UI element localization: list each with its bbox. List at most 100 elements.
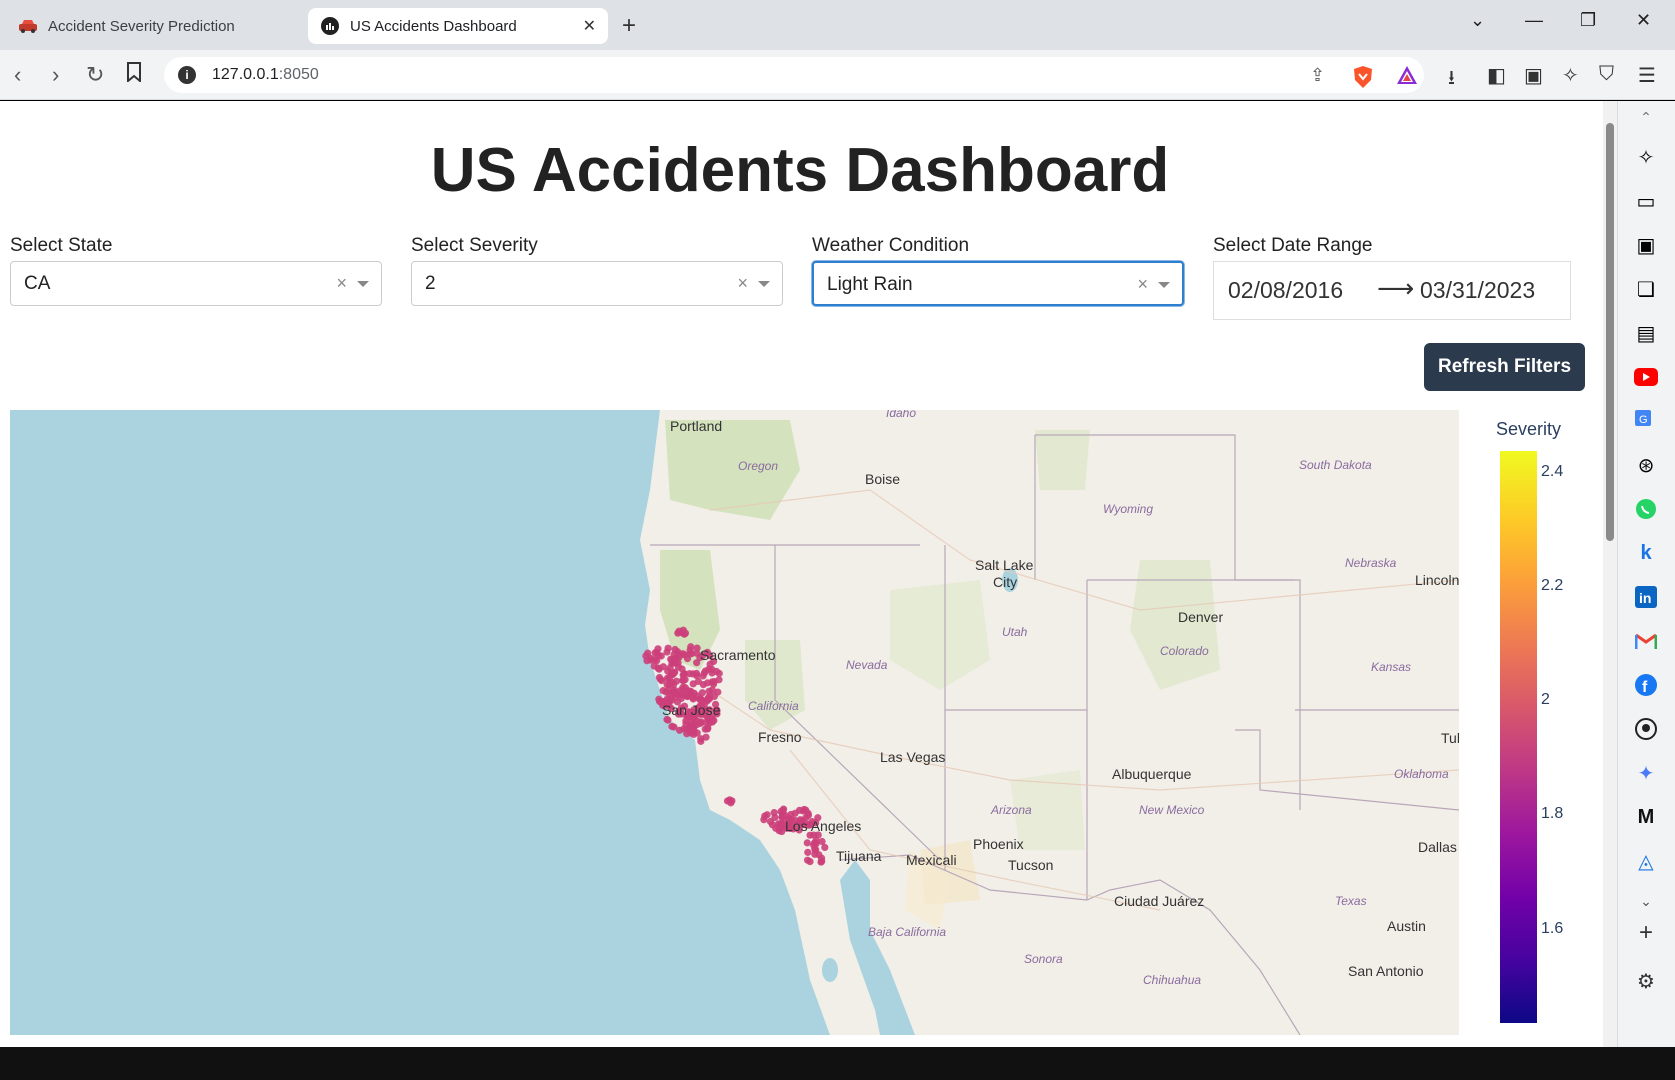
gemini-icon[interactable]: ✦ (1632, 759, 1660, 787)
accident-marker[interactable] (700, 669, 708, 677)
state-dropdown[interactable]: CA × (10, 261, 382, 306)
accident-marker[interactable] (689, 680, 697, 688)
accident-marker[interactable] (776, 823, 784, 832)
accident-marker[interactable] (666, 664, 674, 672)
accident-marker[interactable] (680, 669, 688, 678)
restore-button[interactable]: ❐ (1580, 10, 1596, 31)
reading-list-icon[interactable]: ▤ (1632, 319, 1660, 347)
menu-icon[interactable]: ☰ (1638, 63, 1656, 88)
leo-icon[interactable]: ✧ (1562, 63, 1579, 88)
reload-icon[interactable]: ↻ (86, 62, 104, 88)
leo-icon[interactable]: ✧ (1632, 143, 1660, 171)
address-bar[interactable]: i 127.0.0.1:8050 ⇪ (164, 57, 1424, 93)
site-info-icon[interactable]: i (178, 66, 196, 84)
accident-marker[interactable] (727, 799, 735, 807)
chevron-down-icon[interactable]: ⌄ (1632, 887, 1660, 915)
app-icon[interactable]: ◬ (1632, 847, 1660, 875)
accident-marker[interactable] (761, 812, 769, 820)
wallet-icon[interactable]: ▣ (1524, 63, 1543, 88)
accident-marker[interactable] (804, 848, 812, 856)
sidebar-toggle-icon[interactable]: ◧ (1487, 63, 1506, 88)
chevron-up-icon[interactable]: ⌃ (1632, 103, 1660, 131)
clear-icon[interactable]: × (336, 273, 347, 294)
accident-marker[interactable] (821, 843, 829, 852)
accident-marker[interactable] (708, 686, 716, 694)
severity-dropdown[interactable]: 2 × (411, 261, 783, 306)
medium-icon[interactable]: M (1632, 803, 1660, 831)
start-date-input[interactable]: 02/08/2016 (1228, 277, 1343, 304)
accident-marker[interactable] (651, 649, 659, 657)
tab-accident-severity[interactable]: Accident Severity Prediction (6, 8, 302, 44)
accident-marker[interactable] (779, 805, 788, 813)
accident-marker[interactable] (676, 687, 684, 695)
accidents-map[interactable]: Portland Boise Salt Lake City Denver Lin… (10, 410, 1459, 1035)
back-icon[interactable]: ‹ (14, 62, 21, 88)
wallet-icon[interactable]: ▣ (1632, 231, 1660, 259)
chevron-down-icon[interactable] (357, 281, 369, 287)
gmail-icon[interactable] (1632, 627, 1660, 655)
clear-icon[interactable]: × (737, 273, 748, 294)
youtube-icon[interactable] (1632, 363, 1660, 391)
accident-marker[interactable] (803, 839, 811, 847)
github-icon[interactable] (1632, 715, 1660, 743)
accident-marker[interactable] (690, 730, 698, 739)
accident-marker[interactable] (678, 629, 687, 637)
linkedin-icon[interactable]: in (1632, 583, 1660, 611)
accident-marker[interactable] (668, 722, 676, 731)
chevron-down-icon[interactable] (1158, 282, 1170, 288)
end-date-input[interactable]: 03/31/2023 (1420, 277, 1535, 304)
page-scrollbar[interactable] (1603, 101, 1617, 1047)
accident-marker[interactable] (672, 659, 680, 667)
accident-marker[interactable] (715, 676, 723, 684)
close-tab-icon[interactable]: ✕ (583, 16, 596, 36)
accident-marker[interactable] (687, 643, 695, 651)
share-icon[interactable]: ⇪ (1310, 65, 1325, 86)
accident-marker[interactable] (675, 726, 684, 734)
accident-marker[interactable] (687, 688, 695, 696)
k-icon[interactable]: k (1632, 539, 1660, 567)
accident-marker[interactable] (655, 673, 664, 682)
accident-marker[interactable] (672, 677, 681, 685)
brave-rewards-icon[interactable] (1396, 65, 1418, 90)
accident-marker[interactable] (768, 821, 777, 829)
accident-marker[interactable] (770, 809, 778, 817)
accident-marker[interactable] (803, 856, 812, 864)
accident-marker[interactable] (697, 735, 705, 743)
accident-marker[interactable] (810, 839, 819, 847)
minimize-button[interactable]: — (1525, 10, 1543, 31)
brave-shield-icon[interactable] (1352, 65, 1374, 94)
add-icon[interactable]: + (1632, 919, 1660, 947)
bookmark-icon[interactable] (126, 62, 142, 88)
tab-us-accidents[interactable]: US Accidents Dashboard ✕ (308, 8, 608, 44)
accident-marker[interactable] (668, 689, 676, 697)
video-icon[interactable]: ▭ (1632, 187, 1660, 215)
accident-marker[interactable] (697, 718, 705, 726)
scrollbar-thumb[interactable] (1606, 123, 1614, 541)
translate-icon[interactable]: G (1632, 407, 1660, 435)
download-icon[interactable]: ⭳ (1448, 63, 1455, 97)
accident-marker[interactable] (663, 680, 671, 689)
facebook-icon[interactable]: f (1632, 671, 1660, 699)
forward-icon[interactable]: › (52, 62, 59, 88)
accident-marker[interactable] (679, 676, 687, 684)
whatsapp-icon[interactable] (1632, 495, 1660, 523)
bookmarks-icon[interactable]: ❏ (1632, 275, 1660, 303)
chatgpt-icon[interactable]: ⊛ (1632, 451, 1660, 479)
vpn-icon[interactable]: ⛉ (1599, 63, 1614, 86)
new-tab-button[interactable]: + (622, 12, 636, 40)
accident-marker[interactable] (674, 648, 682, 656)
refresh-filters-button[interactable]: Refresh Filters (1424, 343, 1585, 391)
close-window-button[interactable]: ✕ (1636, 10, 1651, 31)
accident-marker[interactable] (653, 657, 661, 665)
accident-marker[interactable] (811, 845, 819, 853)
accident-marker[interactable] (664, 644, 672, 652)
tab-search-icon[interactable]: ⌄ (1470, 10, 1485, 31)
accident-marker[interactable] (692, 669, 701, 677)
chevron-down-icon[interactable] (758, 281, 770, 287)
accident-marker[interactable] (704, 724, 712, 732)
clear-icon[interactable]: × (1137, 274, 1148, 295)
accident-marker[interactable] (643, 657, 651, 665)
accident-marker[interactable] (817, 858, 825, 866)
weather-dropdown[interactable]: Light Rain × (812, 261, 1184, 306)
accident-marker[interactable] (683, 655, 692, 663)
